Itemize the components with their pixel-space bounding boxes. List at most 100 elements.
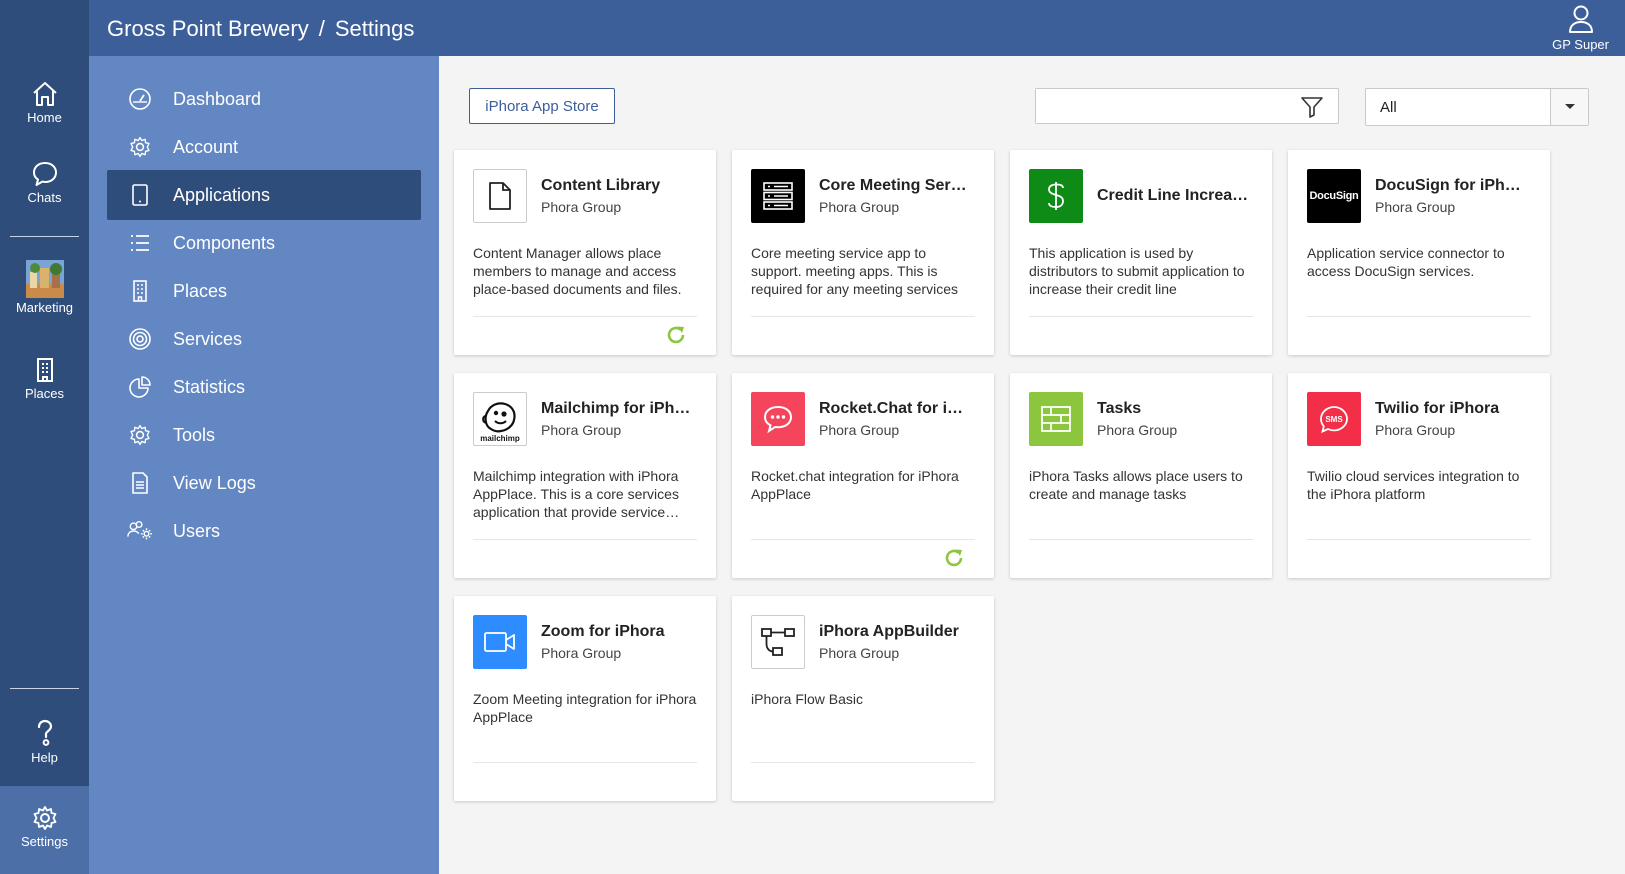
app-card-publisher: Phora Group: [1097, 422, 1178, 438]
app-card-publisher: Phora Group: [819, 645, 900, 661]
app-card-divider: [473, 762, 697, 763]
app-store-button[interactable]: iPhora App Store: [469, 88, 615, 124]
nav-item-statistics[interactable]: Statistics: [107, 362, 421, 412]
sms-icon: SMS: [1307, 392, 1361, 446]
app-card-credit-line[interactable]: Credit Line Increa… This application is …: [1010, 150, 1272, 355]
dollar-icon: [1029, 169, 1083, 223]
app-card-title: Twilio for iPhora: [1375, 400, 1500, 417]
app-card-publisher: Phora Group: [1375, 199, 1456, 215]
app-card-description: Zoom Meeting integration for iPhora AppP…: [473, 691, 697, 725]
app-card-publisher: Phora Group: [1375, 422, 1456, 438]
app-card-docusign[interactable]: DocuSign DocuSign for iPh… Phora Group A…: [1288, 150, 1550, 355]
app-card-tasks[interactable]: Tasks Phora Group iPhora Tasks allows pl…: [1010, 373, 1272, 578]
rail-marketing[interactable]: Marketing: [0, 260, 89, 315]
nav-item-label: Dashboard: [173, 88, 262, 109]
server-icon: [751, 169, 805, 223]
nav-item-label: Statistics: [173, 376, 246, 397]
user-menu[interactable]: GP Super: [1552, 4, 1609, 52]
target-icon: [127, 326, 153, 352]
nav-item-users[interactable]: Users: [107, 506, 421, 556]
app-card-zoom[interactable]: Zoom for iPhora Phora Group Zoom Meeting…: [454, 596, 716, 801]
rail-places[interactable]: Places: [0, 356, 89, 401]
rail-help-label: Help: [31, 750, 58, 765]
help-icon: [37, 719, 52, 746]
nav-item-services[interactable]: Services: [107, 314, 421, 364]
rail-places-label: Places: [24, 386, 65, 401]
nav-item-account[interactable]: Account: [107, 122, 421, 172]
gear-icon: [127, 422, 153, 448]
building-icon: [36, 358, 53, 382]
pie-chart-icon: [127, 374, 153, 400]
docusign-logo: DocuSign: [1307, 169, 1361, 223]
app-card-mailchimp[interactable]: mailchimp Mailchimp for iPh… Phora Group…: [454, 373, 716, 578]
app-card-title: DocuSign for iPh…: [1375, 177, 1521, 194]
nav-item-tools[interactable]: Tools: [107, 410, 421, 460]
app-card-divider: [473, 539, 697, 540]
app-card-content-library[interactable]: Content Library Phora Group Content Mana…: [454, 150, 716, 355]
breadcrumb-org[interactable]: Gross Point Brewery: [107, 16, 309, 41]
rail-chats[interactable]: Chats: [0, 160, 89, 205]
gear-icon: [33, 806, 56, 830]
app-card-description: Application service connector to access …: [1307, 245, 1505, 279]
search-box: [1035, 88, 1339, 124]
nav-item-places[interactable]: Places: [107, 266, 421, 316]
rail-settings[interactable]: Settings: [0, 786, 89, 874]
nav-item-components[interactable]: Components: [107, 218, 421, 268]
marketing-avatar: [25, 260, 64, 298]
app-card-rocket-chat[interactable]: Rocket.Chat for i… Phora Group Rocket.ch…: [732, 373, 994, 578]
app-card-publisher: Phora Group: [819, 422, 900, 438]
filter-icon[interactable]: [1300, 95, 1324, 119]
app-card-appbuilder[interactable]: iPhora AppBuilder Phora Group iPhora Flo…: [732, 596, 994, 801]
app-card-publisher: Phora Group: [541, 422, 622, 438]
app-card-title: Tasks: [1097, 400, 1142, 417]
nav-item-label: Components: [173, 232, 276, 253]
nav-item-label: View Logs: [173, 472, 256, 493]
rail-settings-label: Settings: [21, 834, 68, 849]
select-dropdown-button[interactable]: [1550, 89, 1588, 125]
home-icon: [32, 82, 57, 106]
user-icon: [1568, 5, 1593, 33]
flow-icon: [751, 615, 805, 669]
user-name: GP Super: [1552, 37, 1609, 52]
nav-item-label: Places: [173, 280, 228, 301]
app-card-description: Content Manager allows place members to …: [473, 245, 682, 297]
refresh-icon[interactable]: [665, 324, 687, 346]
nav-item-view-logs[interactable]: View Logs: [107, 458, 421, 508]
rail-divider: [10, 236, 79, 237]
app-card-title: Zoom for iPhora: [541, 623, 665, 640]
nav-item-applications[interactable]: Applications: [107, 170, 421, 220]
mailchimp-logo-text: mailchimp: [480, 434, 520, 443]
main-content: iPhora App Store All Content Library Pho…: [439, 56, 1625, 874]
app-card-description: iPhora Flow Basic: [751, 691, 864, 707]
sms-icon-text: SMS: [1325, 415, 1343, 424]
tablet-icon: [127, 182, 153, 208]
docusign-logo-text: DocuSign: [1309, 190, 1359, 202]
chat-icon: [32, 162, 57, 186]
breadcrumb: Gross Point Brewery / Settings: [107, 16, 414, 42]
rail-home[interactable]: Home: [0, 80, 89, 125]
app-card-twilio[interactable]: SMS Twilio for iPhora Phora Group Twilio…: [1288, 373, 1550, 578]
search-input[interactable]: [1036, 89, 1286, 123]
table-icon: [1029, 392, 1083, 446]
nav-item-label: Account: [173, 136, 239, 157]
category-select-value: All: [1380, 99, 1397, 116]
nav-item-label: Applications: [173, 184, 271, 205]
nav-item-dashboard[interactable]: Dashboard: [107, 74, 421, 124]
app-card-title: Credit Line Increa…: [1097, 187, 1249, 204]
category-select[interactable]: All: [1365, 88, 1589, 126]
settings-nav: Dashboard Account Applications Component…: [89, 56, 439, 874]
app-card-title: Rocket.Chat for i…: [819, 400, 964, 417]
nav-item-label: Users: [173, 520, 221, 541]
users-gear-icon: [127, 518, 153, 544]
video-camera-icon: [473, 615, 527, 669]
app-card-publisher: Phora Group: [541, 645, 622, 661]
rail-home-label: Home: [27, 110, 62, 125]
left-rail: Home Chats Marketing Places Help Setting…: [0, 0, 89, 874]
rail-help[interactable]: Help: [0, 718, 89, 765]
chevron-down-icon: [1564, 104, 1575, 109]
app-card-title: Mailchimp for iPh…: [541, 400, 691, 417]
app-card-core-meeting[interactable]: Core Meeting Ser… Phora Group Core meeti…: [732, 150, 994, 355]
app-card-title: iPhora AppBuilder: [819, 623, 959, 640]
refresh-icon[interactable]: [943, 547, 965, 569]
app-card-description: Rocket.chat integration for iPhora AppPl…: [751, 468, 959, 502]
